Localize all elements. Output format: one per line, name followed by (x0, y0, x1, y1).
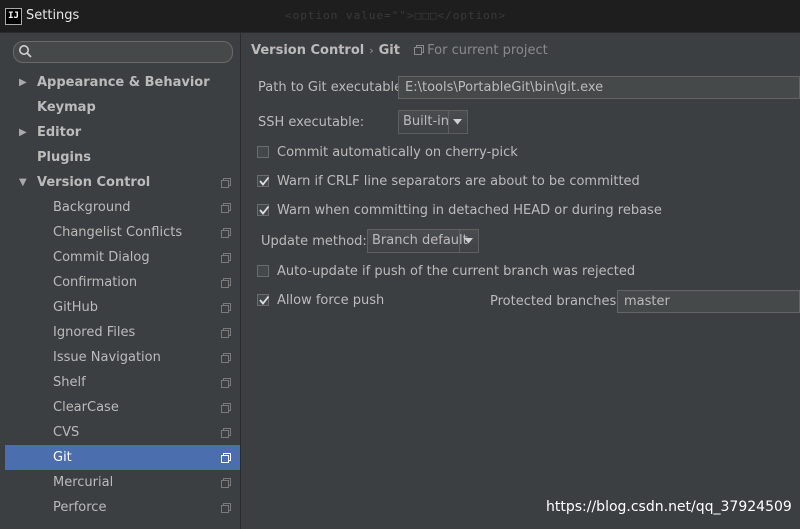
sidebar-item-editor[interactable]: ▶ Editor (5, 120, 240, 145)
project-scope-icon (221, 253, 231, 263)
sidebar-item-git[interactable]: Git (5, 445, 240, 470)
sidebar-item-version-control[interactable]: ▼ Version Control (5, 170, 240, 195)
sidebar-item-shelf[interactable]: Shelf (5, 370, 240, 395)
breadcrumb: Version Control › Git For current project (251, 43, 548, 58)
sidebar-item-label: Issue Navigation (53, 350, 161, 365)
sidebar-item-mercurial[interactable]: Mercurial (5, 470, 240, 495)
sidebar-item-label: Confirmation (53, 275, 138, 290)
sidebar-item-background[interactable]: Background (5, 195, 240, 220)
project-scope-icon (221, 503, 231, 513)
project-scope-icon (221, 353, 231, 363)
warn-detached-head-checkbox[interactable] (257, 204, 270, 216)
checkmark-icon (259, 205, 270, 215)
title-bar: IJ Settings <option value="">□□□</option… (0, 0, 800, 33)
sidebar-item-label: Keymap (37, 100, 96, 115)
commit-cherry-pick-label: Commit automatically on cherry-pick (277, 145, 518, 160)
intellij-app-icon: IJ (5, 8, 22, 25)
breadcrumb-git: Git (378, 43, 400, 58)
collapsed-arrow-icon[interactable]: ▶ (19, 70, 27, 95)
project-scope-icon (221, 203, 231, 213)
sidebar-item-label: Editor (37, 125, 82, 140)
chevron-down-icon[interactable] (448, 111, 467, 133)
auto-update-checkbox[interactable] (257, 265, 269, 277)
breadcrumb-version-control[interactable]: Version Control (251, 43, 364, 58)
project-scope-icon (221, 428, 231, 438)
sidebar-item-label: GitHub (53, 300, 99, 315)
background-window-text: <option value="">□□□</option> (285, 9, 507, 22)
sidebar-item-keymap[interactable]: Keymap (5, 95, 240, 120)
expanded-arrow-icon[interactable]: ▼ (19, 170, 27, 195)
sidebar-item-clearcase[interactable]: ClearCase (5, 395, 240, 420)
settings-search-input[interactable] (38, 43, 230, 62)
git-path-input[interactable] (398, 76, 800, 99)
protected-branches-label: Protected branches: (490, 294, 621, 309)
sidebar-item-label: Version Control (37, 175, 151, 190)
checkmark-icon (259, 295, 270, 305)
sidebar-item-changelist-conflicts[interactable]: Changelist Conflicts (5, 220, 240, 245)
warn-crlf-checkbox[interactable] (257, 175, 270, 187)
sidebar-item-plugins[interactable]: Plugins (5, 145, 240, 170)
protected-branches-input[interactable] (617, 290, 800, 313)
auto-update-label: Auto-update if push of the current branc… (277, 264, 636, 279)
project-scope-icon (221, 378, 231, 388)
settings-sidebar: ▶ Appearance & Behavior Keymap ▶ Editor Plugi… (0, 33, 240, 529)
scope-hint: For current project (427, 43, 548, 58)
commit-cherry-pick-checkbox[interactable] (257, 146, 269, 158)
breadcrumb-separator: › (369, 44, 374, 57)
warn-detached-head-label: Warn when committing in detached HEAD or… (277, 203, 662, 218)
sidebar-item-appearance-behavior[interactable]: ▶ Appearance & Behavior (5, 70, 240, 95)
sidebar-item-commit-dialog[interactable]: Commit Dialog (5, 245, 240, 270)
project-scope-icon (221, 178, 231, 188)
allow-force-push-checkbox[interactable] (257, 294, 270, 306)
project-scope-icon (221, 328, 231, 338)
sidebar-item-label: Shelf (53, 375, 86, 390)
sidebar-item-perforce[interactable]: Perforce (5, 495, 240, 520)
search-icon (19, 45, 32, 58)
sidebar-item-ignored-files[interactable]: Ignored Files (5, 320, 240, 345)
watermark-url: https://blog.csdn.net/qq_37924509 (546, 499, 792, 515)
project-scope-icon (414, 45, 425, 55)
ssh-executable-label: SSH executable: (258, 115, 365, 130)
collapsed-arrow-icon[interactable]: ▶ (19, 120, 27, 145)
window-title: Settings (26, 8, 80, 23)
git-path-label: Path to Git executable: (258, 80, 407, 95)
sidebar-item-label: ClearCase (53, 400, 119, 415)
project-scope-icon (221, 453, 231, 463)
update-method-dropdown[interactable]: Branch default (367, 229, 479, 253)
git-settings-panel: Version Control › Git For current project … (241, 33, 800, 529)
sidebar-item-label: Git (53, 450, 72, 465)
project-scope-icon (221, 303, 231, 313)
sidebar-item-label: Commit Dialog (53, 250, 150, 265)
sidebar-item-label: Plugins (37, 150, 91, 165)
chevron-down-icon[interactable] (459, 230, 478, 252)
sidebar-item-cvs[interactable]: CVS (5, 420, 240, 445)
sidebar-item-github[interactable]: GitHub (5, 295, 240, 320)
sidebar-item-label: Appearance & Behavior (37, 75, 210, 90)
sidebar-item-label: Changelist Conflicts (53, 225, 183, 240)
ssh-executable-value: Built-in (403, 114, 450, 129)
checkmark-icon (259, 176, 270, 186)
project-scope-icon (221, 478, 231, 488)
sidebar-item-label: Mercurial (53, 475, 114, 490)
sidebar-item-label: Ignored Files (53, 325, 136, 340)
update-method-label: Update method: (261, 234, 367, 249)
update-method-value: Branch default (372, 233, 468, 248)
warn-crlf-label: Warn if CRLF line separators are about t… (277, 174, 640, 189)
allow-force-push-label: Allow force push (277, 293, 385, 308)
sidebar-item-label: CVS (53, 425, 80, 440)
ssh-executable-dropdown[interactable]: Built-in (398, 110, 468, 134)
project-scope-icon (221, 403, 231, 413)
sidebar-item-issue-navigation[interactable]: Issue Navigation (5, 345, 240, 370)
sidebar-item-confirmation[interactable]: Confirmation (5, 270, 240, 295)
sidebar-item-label: Perforce (53, 500, 107, 515)
sidebar-item-label: Background (53, 200, 131, 215)
project-scope-icon (221, 228, 231, 238)
project-scope-icon (221, 278, 231, 288)
settings-search-box[interactable] (13, 41, 233, 63)
